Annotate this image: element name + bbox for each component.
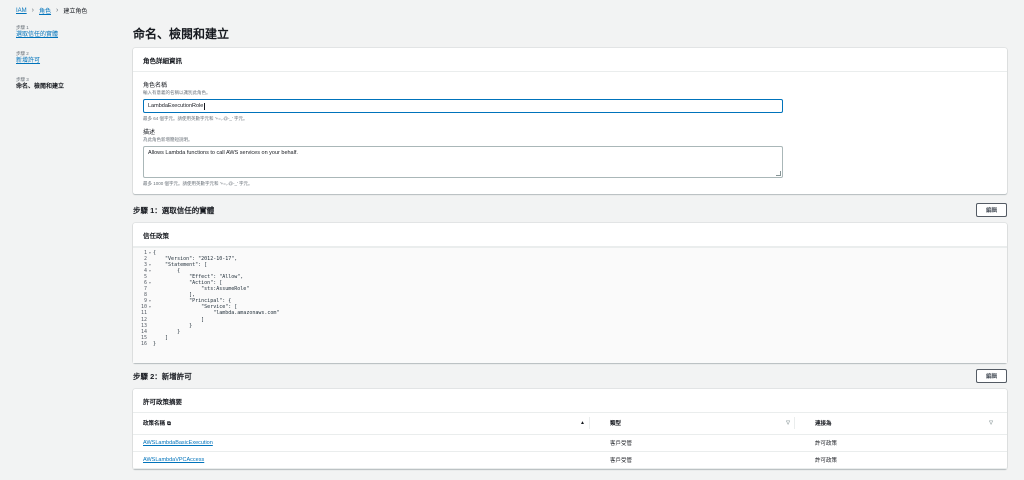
step2-title: 步驟 2：新增許可 [133, 371, 192, 381]
column-policy-name[interactable]: 政策名稱 ⧉ ▲ [133, 413, 600, 435]
column-type[interactable]: 類型 ▽ [600, 413, 805, 435]
text-caret [204, 102, 206, 110]
step-number: 步驟 3 [16, 77, 29, 82]
description-textarea[interactable]: Allows Lambda functions to call AWS serv… [143, 146, 783, 178]
table-row: AWSLambdaVPCAccess 客戶受管 許可政策 [133, 451, 1007, 469]
role-name-hint: 最多 64 個字元。請使用英數字元和 '+=,.@-_' 字元。 [143, 116, 248, 121]
code-text: } [153, 340, 157, 347]
role-name-value: LambdaExecutionRole [148, 103, 204, 109]
policy-link[interactable]: AWSLambdaBasicExecution [143, 440, 213, 446]
policy-attached-as: 許可政策 [805, 434, 1007, 452]
sort-icon[interactable]: ▽ [786, 420, 790, 426]
policy-attached-as: 許可政策 [805, 451, 1007, 469]
breadcrumb-iam[interactable]: IAM [16, 8, 27, 14]
step-3: 步驟 3 命名、檢閱和建立 [16, 76, 111, 91]
resize-handle-icon[interactable] [776, 171, 781, 176]
sort-ascending-icon[interactable]: ▲ [580, 420, 585, 426]
breadcrumb-roles[interactable]: 角色 [39, 6, 51, 15]
policy-type: 客戶受管 [600, 434, 805, 452]
external-link-icon: ⧉ [167, 420, 171, 427]
description-description: 為此角色新增簡短說明。 [143, 137, 193, 142]
role-name-label: 角色名稱 [143, 83, 168, 89]
step-number: 步驟 1 [16, 25, 29, 30]
column-header-label: 連接為 [815, 421, 832, 428]
policy-link[interactable]: AWSLambdaVPCAccess [143, 457, 204, 463]
chevron-right-icon: › [31, 7, 35, 14]
step1-section-header: 步驟 1：選取信任的實體 編輯 [133, 197, 1007, 223]
role-name-description: 輸入有意義的名稱以識別此角色。 [143, 90, 211, 95]
chevron-right-icon: › [56, 7, 59, 14]
description-label: 描述 [143, 130, 156, 136]
step2-edit-button[interactable]: 編輯 [976, 369, 1007, 383]
step-1-link[interactable]: 選取信任的實體 [16, 31, 111, 39]
role-details-header: 角色詳細資訊 [133, 48, 1007, 72]
role-name-input[interactable]: LambdaExecutionRole [143, 99, 783, 113]
role-details-panel: 角色詳細資訊 角色名稱 輸入有意義的名稱以識別此角色。 LambdaExecut… [133, 48, 1007, 194]
trust-policy-header: 信任政策 [133, 223, 1007, 247]
step1-title: 步驟 1：選取信任的實體 [133, 205, 215, 215]
column-header-label: 政策名稱 [143, 420, 166, 427]
main-content: 角色詳細資訊 角色名稱 輸入有意義的名稱以識別此角色。 LambdaExecut… [133, 48, 1007, 469]
policy-type: 客戶受管 [600, 451, 805, 469]
step-3-current: 命名、檢閱和建立 [16, 84, 65, 90]
sort-icon[interactable]: ▽ [989, 420, 993, 426]
step-2-link[interactable]: 新增許可 [16, 57, 111, 65]
step1-edit-button[interactable]: 編輯 [976, 203, 1007, 217]
permissions-summary-header: 許可政策摘要 [133, 389, 1007, 413]
description-hint: 最多 1000 個字元。請使用英數字元和 '+=,.@-_' 字元。 [143, 181, 253, 186]
description-value: Allows Lambda functions to call AWS serv… [148, 150, 298, 156]
step2-section-header: 步驟 2：新增許可 編輯 [133, 363, 1007, 389]
code-line: 16} [133, 341, 1007, 347]
wizard-steps: 步驟 1 選取信任的實體 步驟 2 新增許可 步驟 3 命名、檢閱和建立 [16, 24, 111, 102]
permissions-summary-panel: 許可政策摘要 政策名稱 ⧉ ▲ 類型 ▽ 連接為 ▽ AWSLambdaBasi… [133, 389, 1007, 469]
step-1: 步驟 1 選取信任的實體 [16, 24, 111, 39]
table-row: AWSLambdaBasicExecution 客戶受管 許可政策 [133, 434, 1007, 452]
permissions-table: 政策名稱 ⧉ ▲ 類型 ▽ 連接為 ▽ AWSLambdaBasicExecution … [133, 413, 1007, 469]
line-number: 16 [140, 340, 147, 347]
page-title: 命名、檢閱和建立 [133, 27, 230, 41]
breadcrumb: IAM › 角色 › 建立角色 [16, 6, 87, 15]
column-header-label: 類型 [610, 421, 622, 428]
breadcrumb-current: 建立角色 [63, 9, 88, 15]
step-2: 步驟 2 新增許可 [16, 50, 111, 65]
column-attached-as[interactable]: 連接為 ▽ [805, 413, 1007, 435]
step-number: 步驟 2 [16, 51, 29, 56]
trust-policy-panel: 信任政策 1 ▾{2 "Version": "2012-10-17", 3 ▾ "St… [133, 223, 1007, 363]
trust-policy-code: 1 ▾{2 "Version": "2012-10-17", 3 ▾ "Stateme… [133, 247, 1007, 363]
